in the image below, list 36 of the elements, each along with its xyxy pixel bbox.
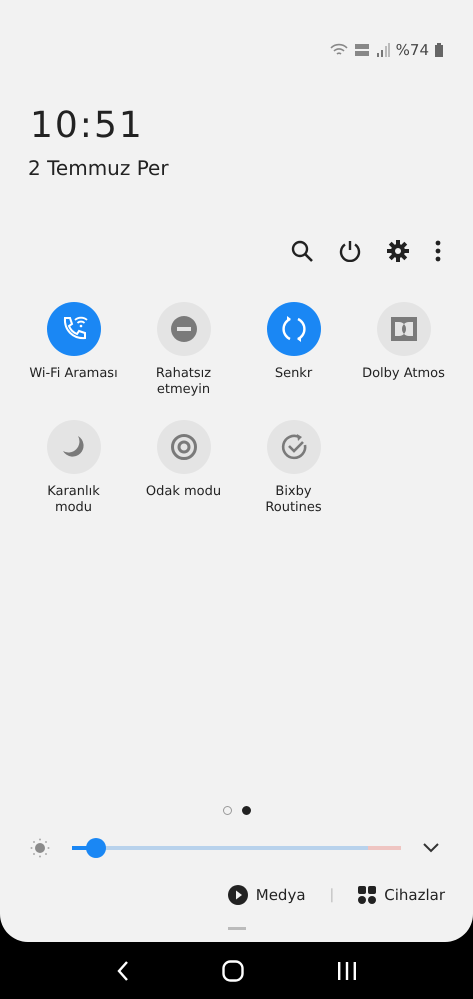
devices-button[interactable]: Cihazlar — [358, 886, 445, 904]
devices-grid-icon — [358, 886, 376, 904]
separator: | — [330, 887, 334, 903]
page-dot[interactable] — [242, 806, 250, 815]
target-icon — [170, 433, 198, 461]
tile-label: Dolby Atmos — [361, 366, 446, 382]
sun-icon — [30, 838, 50, 858]
tile-label: Senkr — [274, 366, 314, 382]
settings-icon[interactable] — [387, 240, 409, 262]
clock-date: 2 Temmuz Per — [28, 156, 170, 180]
home-icon[interactable] — [222, 960, 244, 982]
dolby-icon — [390, 317, 416, 341]
media-button[interactable]: Medya — [228, 885, 306, 905]
power-icon[interactable] — [339, 240, 361, 262]
chevron-down-icon[interactable] — [423, 843, 439, 853]
signal-icon — [376, 43, 390, 57]
battery-icon — [435, 43, 443, 57]
more-icon[interactable] — [435, 240, 441, 262]
search-icon[interactable] — [291, 240, 313, 262]
tile-label: Karanlık modu — [46, 484, 101, 516]
tile-toggle[interactable] — [266, 302, 320, 356]
page-dot[interactable] — [222, 806, 232, 815]
tile-label: Odak modu — [144, 484, 222, 500]
wifi-icon — [330, 43, 348, 57]
check-cycle-icon — [280, 433, 308, 461]
back-icon[interactable] — [116, 960, 128, 980]
recents-icon[interactable] — [336, 962, 356, 980]
minus-circle-icon — [170, 316, 196, 342]
tile-toggle[interactable] — [46, 302, 100, 356]
battery-percent: %74 — [396, 41, 429, 59]
play-icon — [228, 885, 248, 905]
drag-handle[interactable] — [228, 927, 246, 930]
tile-label: Rahatsız etmeyin — [154, 366, 212, 398]
clock-time: 10:51 — [30, 104, 145, 148]
tile-label: Wi-Fi Araması — [28, 366, 118, 382]
tile-label: Bixby Routines — [264, 484, 323, 516]
